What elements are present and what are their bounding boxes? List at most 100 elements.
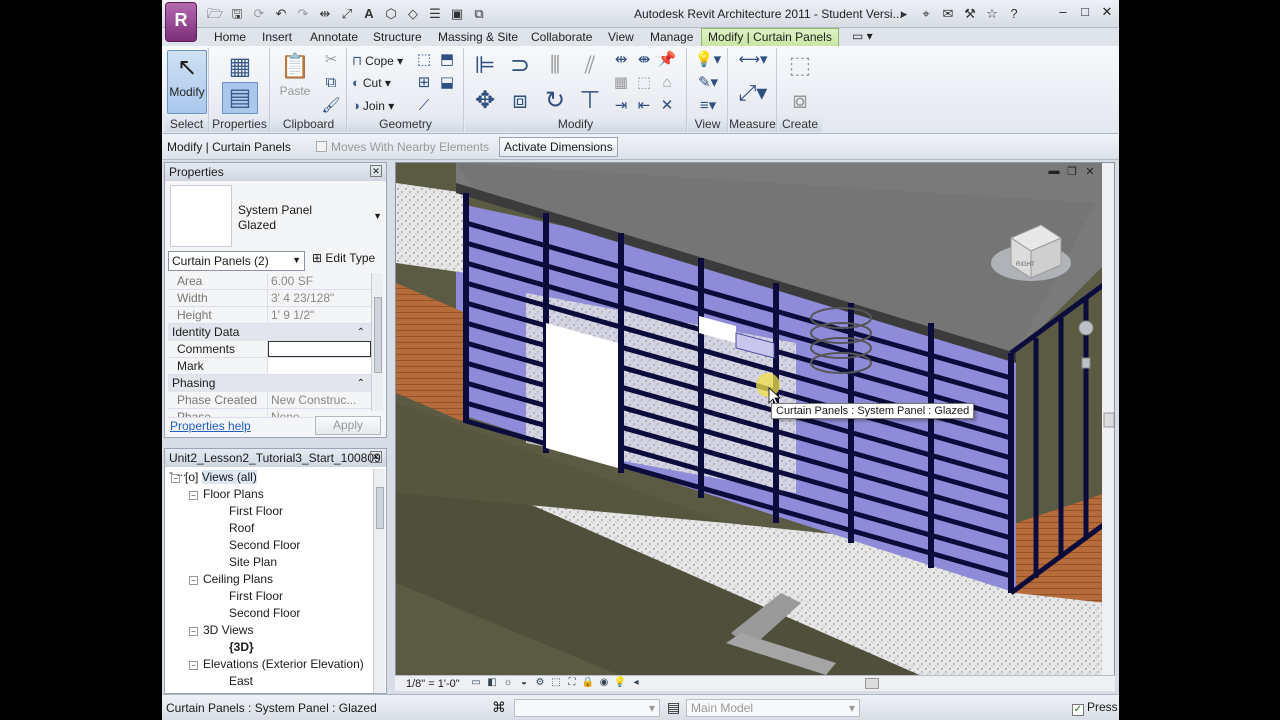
tab-collaborate[interactable]: Collaborate (531, 30, 592, 44)
type-properties-button[interactable]: ▦ (222, 50, 258, 84)
tree-node-ceiling-second-floor[interactable]: Second Floor (165, 605, 373, 622)
3d-view-canvas[interactable]: RIGHT ▬ ❐ ✕ Curtain Panels : System Pane… (395, 162, 1115, 690)
tree-node-roof[interactable]: Roof (165, 520, 373, 537)
properties-scrollbar[interactable] (371, 273, 383, 411)
properties-toggle-button[interactable]: ▤ (222, 82, 258, 114)
restore-icon[interactable]: ❐ (1066, 165, 1078, 178)
scroll-left-icon[interactable]: ◂ (629, 677, 643, 688)
tree-node-east[interactable]: East (165, 673, 373, 690)
dropdown-arrow-icon[interactable]: ▼ (373, 211, 382, 221)
show-crop-icon[interactable]: ⛶ (565, 677, 579, 688)
comments-field[interactable] (268, 341, 371, 357)
communication-icon[interactable]: ✉ (939, 5, 957, 23)
aligned-dimension-icon[interactable]: ⤢▾ (735, 82, 771, 113)
horizontal-scrollbar-thumb[interactable] (865, 678, 879, 689)
tree-node-site-plan[interactable]: Site Plan (165, 554, 373, 571)
tree-node-ceiling-first-floor[interactable]: First Floor (165, 588, 373, 605)
tab-view[interactable]: View (608, 30, 634, 44)
align-icon[interactable]: ⊫ (469, 50, 501, 82)
help-icon[interactable]: ? (1005, 5, 1023, 23)
sun-path-icon[interactable]: ☼ (501, 677, 515, 688)
unpin-icon[interactable]: ⌂ (657, 73, 677, 93)
cut-scissors-icon[interactable]: ✂ (321, 50, 341, 70)
tab-annotate[interactable]: Annotate (310, 30, 358, 44)
close-icon[interactable]: ✕ (370, 451, 382, 463)
workset-dropdown[interactable]: ▾ (514, 699, 660, 717)
copy-icon[interactable]: ⧉ (321, 73, 341, 93)
collapse-icon[interactable]: − (189, 627, 198, 636)
linework-icon[interactable]: ≡▾ (694, 96, 722, 116)
pin-icon[interactable]: 📌 (657, 50, 677, 70)
scrollbar-thumb[interactable] (376, 487, 384, 529)
open-icon[interactable]: 🗁 (206, 5, 224, 23)
switch-windows-icon[interactable]: ⧉ (470, 5, 488, 23)
tab-structure[interactable]: Structure (373, 30, 422, 44)
cut-geometry-button[interactable]: ◐ Cut ▾ (352, 75, 391, 90)
paste-button[interactable]: 📋 Paste (275, 50, 315, 98)
redo-icon[interactable]: ↷ (294, 5, 312, 23)
mirror-axis-icon[interactable]: ⫴ (539, 50, 571, 82)
create-group-icon[interactable]: ⬚ (784, 50, 816, 82)
sync-icon[interactable]: ⟳ (250, 5, 268, 23)
moves-with-nearby-checkbox[interactable]: Moves With Nearby Elements (316, 140, 489, 154)
detail-level-icon[interactable]: ▭ (469, 677, 483, 688)
collapse-icon[interactable]: − (189, 576, 198, 585)
match-properties-icon[interactable]: 🖌 (321, 96, 341, 116)
application-menu-button[interactable]: R (165, 2, 197, 42)
building-model-render[interactable]: RIGHT (396, 163, 1115, 690)
demolish-icon[interactable]: ⬓ (437, 73, 457, 93)
render-icon[interactable]: ⚙ (533, 677, 547, 688)
modify-button[interactable]: ↖ Modify (167, 50, 207, 114)
tab-modify-curtain-panels[interactable]: Modify | Curtain Panels (701, 28, 839, 46)
search-icon[interactable]: ▸ (895, 5, 913, 23)
group-phasing[interactable]: Phasing ⌃ (168, 375, 371, 392)
mark-field[interactable] (268, 358, 371, 374)
shadows-icon[interactable]: ◒ (517, 677, 531, 688)
tree-node-floor-plans[interactable]: − Floor Plans (165, 486, 373, 503)
scrollbar-thumb[interactable] (374, 297, 382, 373)
measure-between-icon[interactable]: ⟷▾ (735, 50, 771, 80)
paint-icon[interactable]: ⬒ (437, 50, 457, 70)
trim-multiple-icon[interactable]: ⇤ (634, 96, 654, 116)
split-element-icon[interactable]: ⇹ (611, 50, 631, 70)
scale-icon[interactable]: ⬚ (634, 73, 654, 93)
activate-dimensions-button[interactable]: Activate Dimensions (499, 137, 618, 157)
override-graphics-icon[interactable]: ✎▾ (694, 73, 722, 93)
thin-lines-icon[interactable]: ☰ (426, 5, 444, 23)
tab-massing-site[interactable]: Massing & Site (438, 30, 518, 44)
close-hidden-icon[interactable]: ▣ (448, 5, 466, 23)
binoculars-icon[interactable]: ⌖ (917, 5, 935, 23)
tab-manage[interactable]: Manage (650, 30, 693, 44)
collapse-icon[interactable]: − (189, 491, 198, 500)
group-identity-data[interactable]: Identity Data ⌃ (168, 324, 371, 341)
tools-icon[interactable]: ⚒ (961, 5, 979, 23)
cope-button[interactable]: ⊓ Cope ▾ (352, 53, 403, 69)
offset-icon[interactable]: ⊃ (504, 50, 536, 82)
tree-node-second-floor[interactable]: Second Floor (165, 537, 373, 554)
split-face-icon[interactable]: ⬚ (414, 50, 434, 70)
tree-node-views-all[interactable]: − [o] Views (all) (165, 469, 373, 486)
undo-icon[interactable]: ↶ (272, 5, 290, 23)
tab-home[interactable]: Home (214, 30, 246, 44)
instance-filter-dropdown[interactable]: Curtain Panels (2) ▼ (168, 251, 305, 271)
favorites-star-icon[interactable]: ☆ (983, 5, 1001, 23)
array-icon[interactable]: ▦ (611, 73, 631, 93)
split-gap-icon[interactable]: ⇼ (634, 50, 654, 70)
text-icon[interactable]: A (360, 5, 378, 23)
close-icon[interactable]: ✕ (370, 165, 382, 177)
property-value[interactable]: New Construc... (268, 392, 371, 408)
collapse-icon[interactable]: − (189, 661, 198, 670)
temporary-hide-icon[interactable]: ◉ (597, 677, 611, 688)
tree-node-ceiling-plans[interactable]: − Ceiling Plans (165, 571, 373, 588)
tree-node-3d[interactable]: {3D} (165, 639, 373, 656)
dimension-icon[interactable]: ⤢ (338, 5, 356, 23)
tree-node-elevations[interactable]: − Elevations (Exterior Elevation) (165, 656, 373, 673)
wall-joins-icon[interactable]: ⊞ (414, 73, 434, 93)
mirror-draw-icon[interactable]: ⫽ (574, 50, 606, 82)
minimize-icon[interactable]: ▬ (1048, 165, 1060, 178)
design-options-icon[interactable]: ▤ (667, 699, 680, 716)
view-scale[interactable]: 1/8" = 1'-0" (406, 678, 460, 690)
tree-node-3d-views[interactable]: −3D Views (165, 622, 373, 639)
collapse-icon[interactable]: − (171, 474, 180, 483)
minimize-icon[interactable]: – (1055, 4, 1071, 20)
